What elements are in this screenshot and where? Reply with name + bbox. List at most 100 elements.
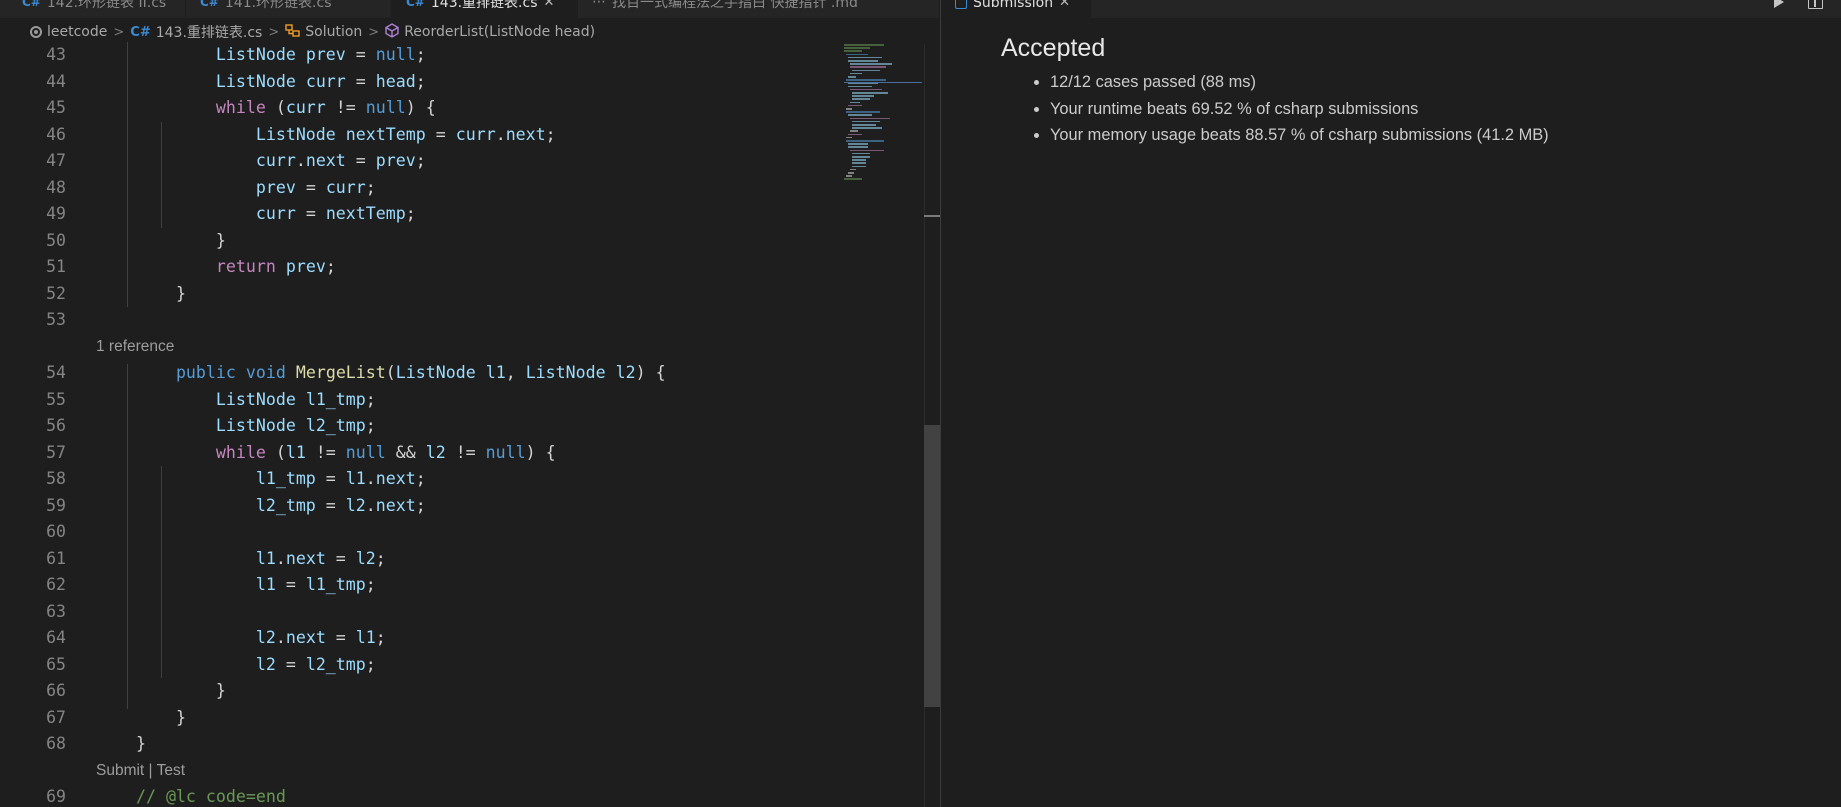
line-number: 67 — [46, 707, 66, 727]
submit-link[interactable]: Submit — [96, 762, 144, 779]
code-text: l2.next = l1; — [96, 625, 386, 652]
minimap-line — [850, 130, 858, 132]
line-number: 60 — [46, 522, 66, 541]
code-token: l2_tmp — [305, 654, 366, 674]
code-token: null — [365, 98, 406, 117]
code-line: 51 return prev; — [10, 254, 915, 281]
scrollbar-thumb[interactable] — [924, 425, 940, 707]
line-number: 45 — [46, 98, 66, 117]
minimap-line — [846, 53, 868, 56]
breadcrumb-class[interactable]: Solution — [285, 23, 362, 41]
minimap-line — [846, 108, 852, 110]
tab-label: 143.重排链表.cs — [430, 0, 538, 11]
minimap-line — [848, 85, 872, 88]
code-token: ; — [365, 575, 376, 594]
line-number: 55 — [46, 389, 66, 409]
tab-submission[interactable]: Submission ✕ — [941, 0, 1091, 18]
code-token: l1 — [255, 548, 276, 568]
line-number: 64 — [46, 628, 66, 647]
code-line: 67 } — [10, 705, 915, 732]
csharp-file-icon: C# — [406, 0, 425, 9]
submission-result: Accepted 12/12 cases passed (88 ms) Your… — [1001, 34, 1549, 149]
line-number: 52 — [46, 283, 66, 303]
code-token: next — [285, 548, 326, 568]
code-token: curr — [255, 151, 296, 170]
code-token: curr — [255, 204, 296, 223]
code-text: } — [96, 705, 186, 732]
code-token: = — [425, 124, 456, 144]
minimap-line — [846, 136, 852, 139]
code-text: } — [96, 281, 186, 308]
code-token: ) { — [405, 98, 436, 117]
code-token: . — [365, 469, 376, 488]
editor-actions — [1774, 0, 1823, 9]
result-memory: Your memory usage beats 88.57 % of cshar… — [1050, 122, 1549, 149]
code-token: = — [295, 204, 326, 223]
code-line: 44 ListNode curr = head; — [10, 69, 915, 96]
code-text: while (curr != null) { — [96, 95, 436, 122]
code-token: ; — [365, 389, 376, 409]
code-token: l1 — [485, 363, 506, 382]
preview-icon — [955, 0, 967, 9]
close-icon[interactable]: ✕ — [544, 0, 555, 10]
tab-141[interactable]: C# 141.环形链表.cs — [186, 0, 392, 18]
tab-142[interactable]: C# 142.环形链表 II.cs — [8, 0, 186, 18]
line-number: 49 — [46, 204, 66, 223]
code-token: = — [275, 575, 306, 594]
result-runtime: Your runtime beats 69.52 % of csharp sub… — [1050, 96, 1549, 123]
code-token: l2 — [355, 548, 376, 568]
run-icon[interactable] — [1774, 0, 1784, 8]
code-line: 61 l1.next = l2; — [10, 546, 915, 573]
code-token: curr — [455, 124, 496, 144]
line-number: 69 — [46, 787, 66, 806]
minimap-line — [848, 143, 868, 145]
code-token: = — [345, 45, 376, 64]
close-icon[interactable]: ✕ — [1059, 0, 1070, 10]
minimap-line — [848, 60, 878, 62]
code-token: = — [345, 71, 376, 91]
code-token: } — [175, 707, 186, 727]
line-number: 58 — [46, 469, 66, 488]
minimap-line — [848, 104, 862, 107]
breadcrumb-method[interactable]: ReorderList(ListNode head) — [385, 22, 595, 42]
editor-tab-bar: C# 142.环形链表 II.cs C# 141.环形链表.cs C# 143.… — [0, 0, 940, 18]
code-token: ListNode — [395, 363, 476, 382]
code-token: // @lc code=end — [135, 787, 286, 806]
tab-143-active[interactable]: C# 143.重排链表.cs ✕ — [392, 0, 578, 18]
code-token: curr — [285, 98, 326, 117]
test-link[interactable]: Test — [157, 762, 185, 779]
code-line: 46 ListNode nextTemp = curr.next; — [10, 122, 915, 149]
minimap-line — [850, 63, 892, 65]
codelens-actions: Submit | Test — [96, 758, 185, 785]
breadcrumb-workspace-label: leetcode — [47, 24, 108, 40]
split-editor-icon[interactable] — [1808, 0, 1823, 9]
tab-markdown[interactable]: ⋯ 找百一式编程法之手指白 快捷指针 .md — [578, 0, 940, 18]
breadcrumb-file[interactable]: C# 143.重排链表.cs — [130, 22, 262, 42]
breadcrumb-workspace[interactable]: leetcode — [30, 24, 107, 40]
code-text: } — [96, 678, 226, 705]
code-token: prev — [255, 177, 296, 197]
code-editor[interactable]: 43 ListNode prev = null; 44 ListNode curr… — [10, 42, 915, 807]
code-line: 69 // @lc code=end — [10, 784, 915, 807]
csharp-file-icon: C# — [200, 0, 219, 9]
code-token: ) { — [635, 363, 666, 382]
line-number: 68 — [46, 734, 66, 753]
code-line: 47 curr.next = prev; — [10, 148, 915, 175]
code-token: ListNode — [215, 45, 296, 64]
csharp-file-icon: C# — [130, 24, 151, 40]
code-token: != — [325, 98, 366, 117]
codelens-reference-link[interactable]: 1 reference — [96, 334, 174, 361]
code-token: return — [215, 257, 276, 276]
code-text: public void MergeList(ListNode l1, ListN… — [96, 360, 666, 387]
minimap[interactable] — [842, 44, 922, 194]
